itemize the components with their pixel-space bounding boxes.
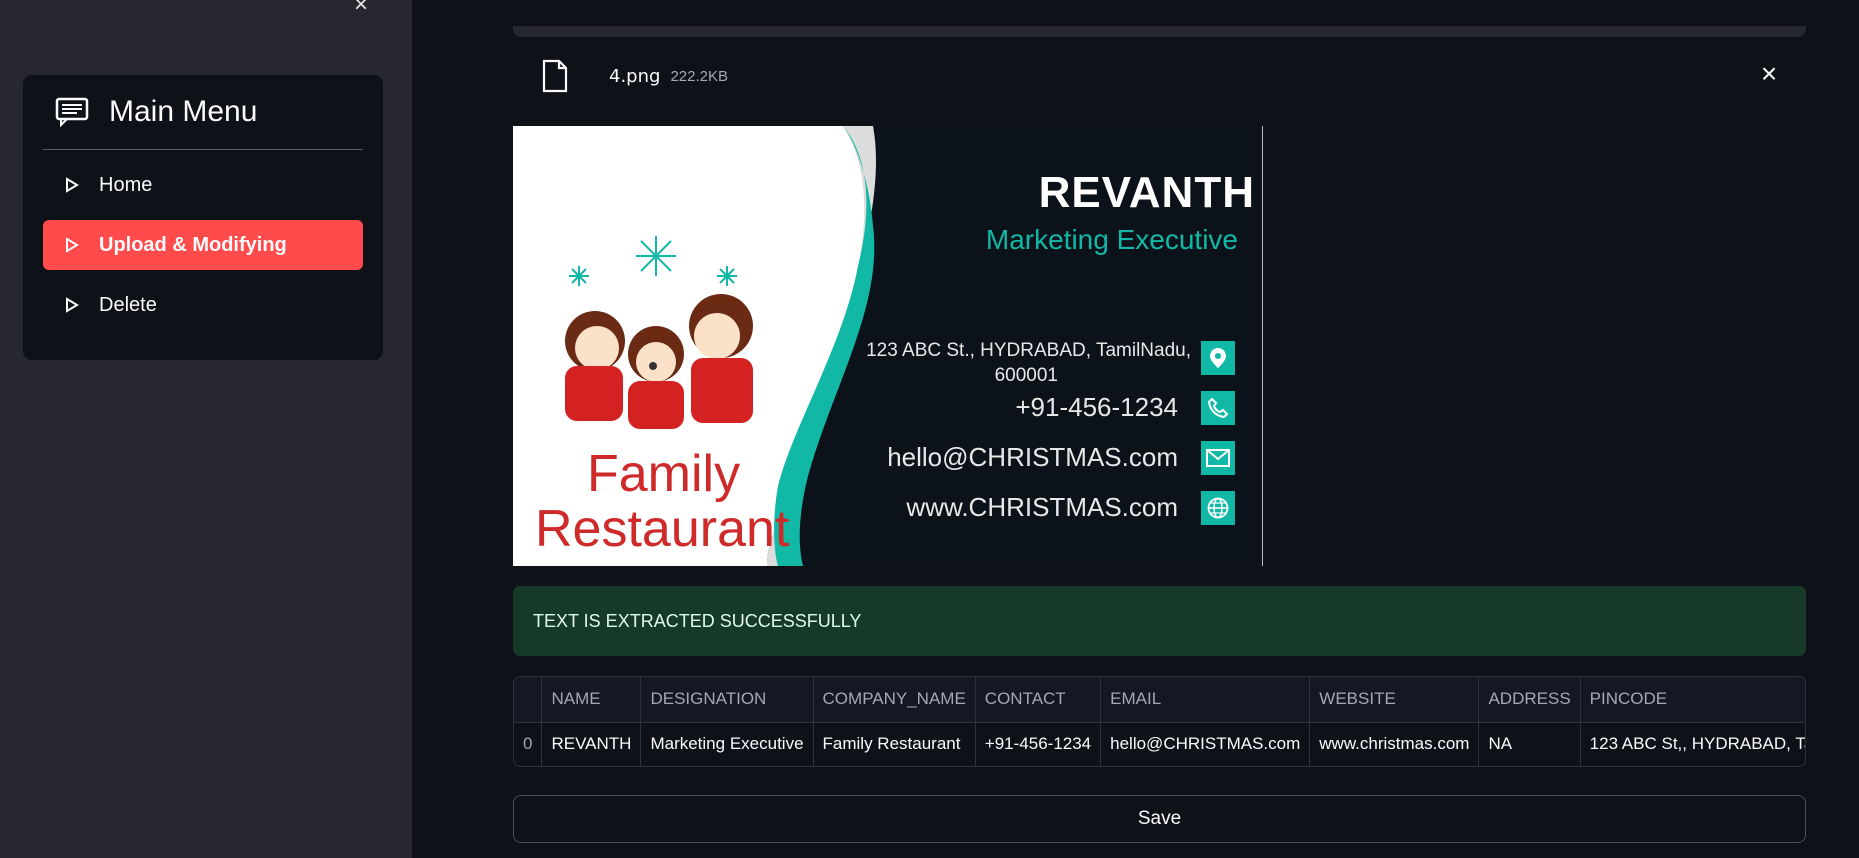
table-cell-website[interactable]: www.christmas.com bbox=[1309, 722, 1480, 766]
table-cell-designation[interactable]: Marketing Executive bbox=[640, 722, 814, 766]
card-website: www.CHRISTMAS.com bbox=[906, 492, 1178, 522]
card-person-name: REVANTH bbox=[1038, 168, 1255, 217]
table-header-designation[interactable]: DESIGNATION bbox=[640, 677, 814, 723]
main-content: 4.png 222.2KB × Family Restaurant REVANT… bbox=[412, 0, 1859, 858]
menu-header: Main Menu bbox=[43, 75, 363, 150]
sidebar-close-icon[interactable]: × bbox=[350, 0, 372, 17]
success-alert: TEXT IS EXTRACTED SUCCESSFULLY bbox=[513, 586, 1806, 656]
menu-title: Main Menu bbox=[109, 95, 258, 128]
menu-list-icon bbox=[55, 97, 89, 127]
table-cell-email[interactable]: hello@CHRISTMAS.com bbox=[1100, 722, 1311, 766]
sidebar: × Main Menu Home Upload & Modifying Dele… bbox=[0, 0, 412, 858]
card-border-line bbox=[1262, 126, 1263, 566]
menu-item-upload-modifying[interactable]: Upload & Modifying bbox=[43, 220, 363, 270]
table-cell-pincode[interactable]: 123 ABC St,, HYDRABAD, TamilNadu bbox=[1580, 722, 1805, 766]
menu-item-label: Delete bbox=[99, 293, 157, 316]
card-address-line1: 123 ABC St., HYDRABAD, TamilNadu, bbox=[866, 340, 1191, 361]
table-cell-name[interactable]: REVANTH bbox=[541, 722, 642, 766]
menu-item-label: Home bbox=[99, 173, 153, 196]
file-size: 222.2KB bbox=[670, 67, 728, 85]
table-header-website[interactable]: WEBSITE bbox=[1309, 677, 1480, 723]
location-pin-icon bbox=[1201, 341, 1235, 375]
success-message: TEXT IS EXTRACTED SUCCESSFULLY bbox=[533, 610, 862, 631]
table-header-row: NAME DESIGNATION COMPANY_NAME CONTACT EM… bbox=[514, 677, 1805, 723]
company-name-line1: Family bbox=[587, 445, 741, 503]
table-cell-company[interactable]: Family Restaurant bbox=[813, 722, 976, 766]
table-header-pincode[interactable]: PINCODE bbox=[1580, 677, 1805, 723]
file-name: 4.png bbox=[609, 65, 661, 87]
menu-item-home[interactable]: Home bbox=[43, 160, 363, 210]
table-cell-contact[interactable]: +91-456-1234 bbox=[975, 722, 1102, 766]
triangle-right-icon bbox=[66, 297, 79, 313]
save-button[interactable]: Save bbox=[513, 795, 1806, 843]
company-name-line2: Restaurant bbox=[535, 500, 790, 558]
card-phone: +91-456-1234 bbox=[1015, 392, 1178, 422]
table-row: 0 REVANTH Marketing Executive Family Res… bbox=[514, 722, 1805, 766]
file-dropzone-edge bbox=[513, 26, 1806, 37]
file-icon bbox=[542, 59, 568, 93]
business-card-image: Family Restaurant REVANTH Marketing Exec… bbox=[513, 126, 1263, 566]
triangle-right-icon bbox=[66, 177, 79, 193]
menu-item-label: Upload & Modifying bbox=[99, 233, 287, 256]
card-address-line2: 600001 bbox=[994, 365, 1058, 386]
envelope-icon bbox=[1201, 441, 1235, 475]
main-menu-card: Main Menu Home Upload & Modifying Delete bbox=[23, 75, 383, 360]
table-header-index[interactable] bbox=[514, 677, 543, 723]
card-email: hello@CHRISTMAS.com bbox=[887, 442, 1178, 472]
extracted-data-table[interactable]: NAME DESIGNATION COMPANY_NAME CONTACT EM… bbox=[513, 676, 1806, 767]
table-cell-address[interactable]: NA bbox=[1478, 722, 1581, 766]
triangle-right-icon bbox=[66, 237, 79, 253]
remove-file-icon[interactable]: × bbox=[1756, 60, 1782, 88]
table-header-name[interactable]: NAME bbox=[541, 677, 642, 723]
uploaded-file-row: 4.png 222.2KB × bbox=[513, 55, 1806, 97]
table-cell-index[interactable]: 0 bbox=[514, 722, 543, 766]
table-header-address[interactable]: ADDRESS bbox=[1478, 677, 1581, 723]
phone-icon bbox=[1201, 391, 1235, 425]
table-header-contact[interactable]: CONTACT bbox=[975, 677, 1102, 723]
card-designation: Marketing Executive bbox=[985, 224, 1238, 255]
table-header-email[interactable]: EMAIL bbox=[1100, 677, 1311, 723]
globe-icon bbox=[1201, 491, 1235, 525]
menu-item-delete[interactable]: Delete bbox=[43, 280, 363, 330]
table-header-company[interactable]: COMPANY_NAME bbox=[813, 677, 976, 723]
